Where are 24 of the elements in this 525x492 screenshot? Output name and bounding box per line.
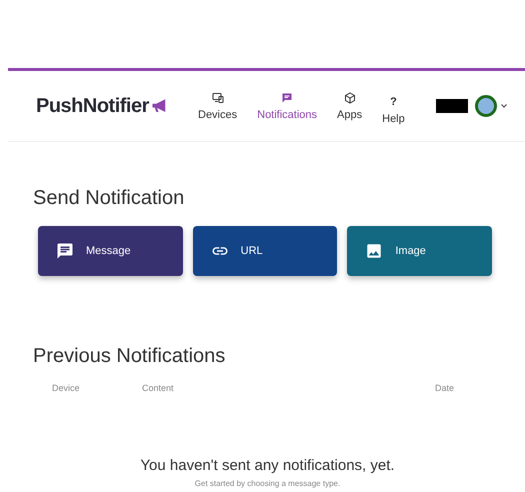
image-icon xyxy=(365,242,384,260)
cube-icon xyxy=(344,92,356,104)
redacted-block xyxy=(436,99,468,113)
devices-icon xyxy=(212,92,224,104)
section-title: Send Notification xyxy=(33,186,186,210)
avatar[interactable] xyxy=(474,95,497,117)
nav-tab[interactable]: ? Help xyxy=(382,96,405,128)
question-mark-icon: ? xyxy=(390,96,397,108)
message-icon xyxy=(56,242,74,260)
column-header: Date xyxy=(435,382,454,395)
column-header: Content xyxy=(142,382,175,395)
message-type-button[interactable]: Image xyxy=(347,226,492,276)
chat-icon xyxy=(281,92,294,104)
nav-tab[interactable]: Apps xyxy=(337,92,362,124)
section-title: Previous Notifications xyxy=(33,344,226,368)
empty-state-hint: Get started by choosing a message type. xyxy=(194,478,340,490)
logo[interactable]: PushNotifier xyxy=(36,91,149,121)
message-type-button[interactable]: Message xyxy=(38,226,183,276)
column-header: Device xyxy=(52,382,81,395)
nav-tab[interactable]: Devices xyxy=(198,92,238,124)
message-type-button[interactable]: URL xyxy=(192,226,338,276)
caret-icon[interactable] xyxy=(500,104,507,108)
empty-state-title: You haven't sent any notifications, yet. xyxy=(140,456,395,476)
nav-tab[interactable]: Notifications xyxy=(257,92,318,124)
